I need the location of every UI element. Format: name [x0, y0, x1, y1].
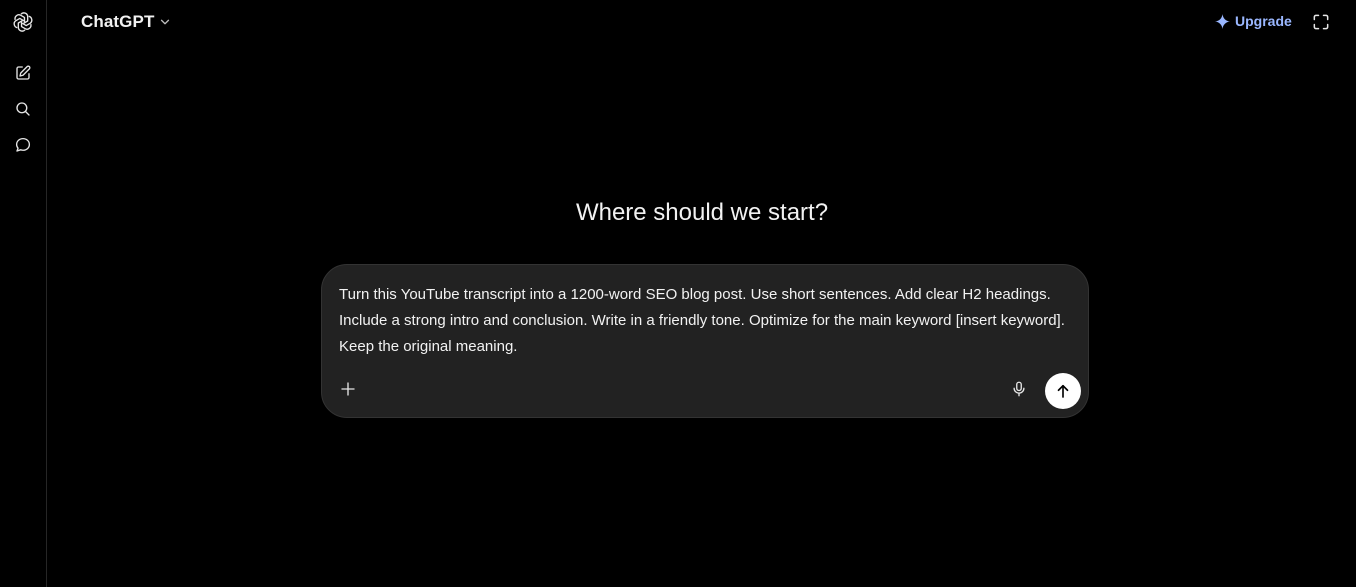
chatgpt-app: ChatGPT Upgrade Where should we start? T…	[0, 0, 1356, 587]
dictate-button[interactable]	[1005, 375, 1033, 403]
model-name: ChatGPT	[81, 12, 155, 31]
model-switcher[interactable]: ChatGPT	[74, 7, 179, 37]
send-button[interactable]	[1045, 373, 1081, 409]
search-icon	[16, 102, 30, 116]
microphone-icon	[1013, 381, 1025, 397]
chat-bubble-icon	[15, 137, 31, 152]
temporary-chat-icon	[1313, 14, 1329, 30]
prompt-input[interactable]: Turn this YouTube transcript into a 1200…	[339, 282, 1075, 360]
add-attachment-button[interactable]	[334, 375, 362, 403]
search-chats-button[interactable]	[8, 94, 38, 124]
page-headline: Where should we start?	[575, 199, 829, 226]
temporary-chat-button[interactable]	[1306, 7, 1336, 37]
sidebar-rail	[0, 0, 47, 587]
sparkle-icon	[1215, 13, 1230, 29]
arrow-up-icon	[1057, 384, 1069, 398]
openai-logo-icon	[13, 12, 33, 32]
chats-button[interactable]	[8, 130, 38, 160]
upgrade-label: Upgrade	[1235, 13, 1292, 29]
chevron-down-icon	[161, 19, 170, 25]
prompt-composer: Turn this YouTube transcript into a 1200…	[321, 264, 1089, 418]
plus-icon	[341, 382, 355, 396]
new-chat-button[interactable]	[8, 58, 38, 88]
upgrade-button[interactable]: Upgrade	[1208, 8, 1298, 34]
new-chat-icon	[16, 65, 31, 80]
openai-logo-button[interactable]	[8, 7, 38, 37]
